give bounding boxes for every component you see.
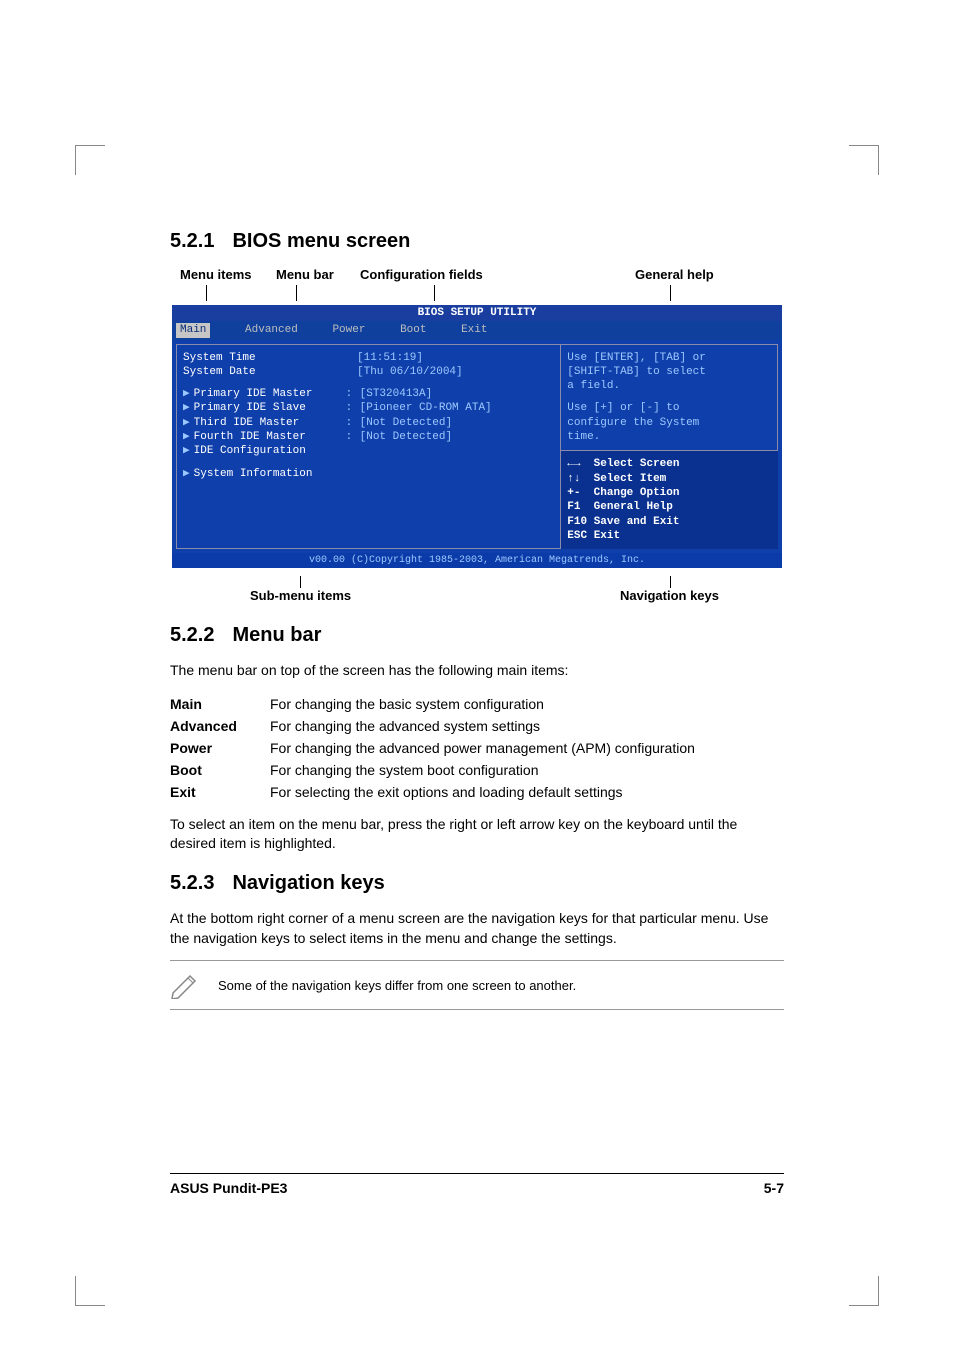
label-menu-items: Menu items	[180, 267, 252, 282]
section-num: 5.2.2	[170, 624, 214, 646]
field-value: [Not Detected]	[360, 430, 452, 444]
def-label: Boot	[170, 759, 270, 781]
field-value[interactable]: [Thu 06/10/2004]	[357, 365, 463, 379]
footer-page-num: 5-7	[764, 1180, 784, 1196]
def-desc: For changing the advanced system setting…	[270, 715, 784, 737]
paragraph: At the bottom right corner of a menu scr…	[170, 909, 784, 948]
help-line: a field.	[567, 379, 771, 393]
table-row: AdvancedFor changing the advanced system…	[170, 715, 784, 737]
field-label[interactable]: Primary IDE Master	[194, 387, 346, 401]
tab-power[interactable]: Power	[332, 323, 365, 337]
menu-definitions-table: MainFor changing the basic system config…	[170, 693, 784, 803]
field-value: [Pioneer CD-ROM ATA]	[360, 401, 492, 415]
tab-boot[interactable]: Boot	[400, 323, 426, 337]
def-desc: For selecting the exit options and loadi…	[270, 781, 784, 803]
label-submenu-items: Sub-menu items	[250, 588, 351, 603]
tab-main[interactable]: Main	[176, 323, 210, 337]
section-heading-521: 5.2.1 BIOS menu screen	[170, 230, 784, 253]
diagram-bottom-labels: Sub-menu items Navigation keys	[170, 576, 784, 606]
def-label: Main	[170, 693, 270, 715]
field-label[interactable]: System Information	[194, 467, 354, 481]
table-row: PowerFor changing the advanced power man…	[170, 737, 784, 759]
section-title: Menu bar	[232, 624, 321, 646]
note-box: Some of the navigation keys differ from …	[170, 960, 784, 1010]
field-label[interactable]: Third IDE Master	[194, 416, 346, 430]
help-line: Use [+] or [-] to	[567, 401, 771, 415]
label-general-help: General help	[635, 267, 714, 282]
bios-help-panel: Use [ENTER], [TAB] or [SHIFT-TAB] to sel…	[561, 344, 778, 452]
section-num: 5.2.3	[170, 872, 214, 894]
note-text: Some of the navigation keys differ from …	[218, 978, 576, 993]
def-desc: For changing the system boot configurati…	[270, 759, 784, 781]
field-value[interactable]: [11:51:19]	[357, 351, 423, 365]
section-heading-523: 5.2.3 Navigation keys	[170, 872, 784, 895]
section-num: 5.2.1	[170, 230, 214, 252]
page-footer: ASUS Pundit-PE3 5-7	[170, 1173, 784, 1196]
help-line: Use [ENTER], [TAB] or	[567, 351, 771, 365]
bios-title: BIOS SETUP UTILITY	[172, 305, 782, 321]
bios-left-panel: System Time [11:51:19] System Date [Thu 06…	[176, 344, 561, 550]
footer-product: ASUS Pundit-PE3	[170, 1180, 287, 1196]
help-line: configure the System	[567, 416, 771, 430]
section-title: Navigation keys	[232, 872, 384, 894]
label-menu-bar: Menu bar	[276, 267, 334, 282]
bios-screenshot: BIOS SETUP UTILITY Main Advanced Power B…	[170, 303, 784, 570]
bios-menubar: Main Advanced Power Boot Exit	[172, 321, 782, 339]
table-row: BootFor changing the system boot configu…	[170, 759, 784, 781]
table-row: MainFor changing the basic system config…	[170, 693, 784, 715]
paragraph: To select an item on the menu bar, press…	[170, 815, 784, 854]
section-heading-522: 5.2.2 Menu bar	[170, 624, 784, 647]
def-desc: For changing the advanced power manageme…	[270, 737, 784, 759]
def-desc: For changing the basic system configurat…	[270, 693, 784, 715]
bios-nav-keys: ←→ Select Screen ↑↓ Select Item +- Chang…	[561, 451, 778, 549]
diagram-top-labels: Menu items Menu bar Configuration fields…	[170, 267, 784, 303]
section-title: BIOS menu screen	[232, 230, 410, 252]
label-navigation-keys: Navigation keys	[620, 588, 719, 603]
tab-advanced[interactable]: Advanced	[245, 323, 298, 337]
def-label: Exit	[170, 781, 270, 803]
table-row: ExitFor selecting the exit options and l…	[170, 781, 784, 803]
help-line: [SHIFT-TAB] to select	[567, 365, 771, 379]
bios-copyright: v00.00 (C)Copyright 1985-2003, American …	[172, 553, 782, 568]
field-label[interactable]: Primary IDE Slave	[194, 401, 346, 415]
field-label[interactable]: IDE Configuration	[194, 444, 354, 458]
field-value: [ST320413A]	[360, 387, 433, 401]
field-label: System Date	[183, 365, 343, 379]
paragraph: The menu bar on top of the screen has th…	[170, 661, 784, 681]
label-config-fields: Configuration fields	[360, 267, 483, 282]
pencil-note-icon	[170, 971, 200, 999]
field-label: System Time	[183, 351, 343, 365]
field-label[interactable]: Fourth IDE Master	[194, 430, 346, 444]
def-label: Power	[170, 737, 270, 759]
tab-exit[interactable]: Exit	[461, 323, 487, 337]
field-value: [Not Detected]	[360, 416, 452, 430]
def-label: Advanced	[170, 715, 270, 737]
help-line: time.	[567, 430, 771, 444]
